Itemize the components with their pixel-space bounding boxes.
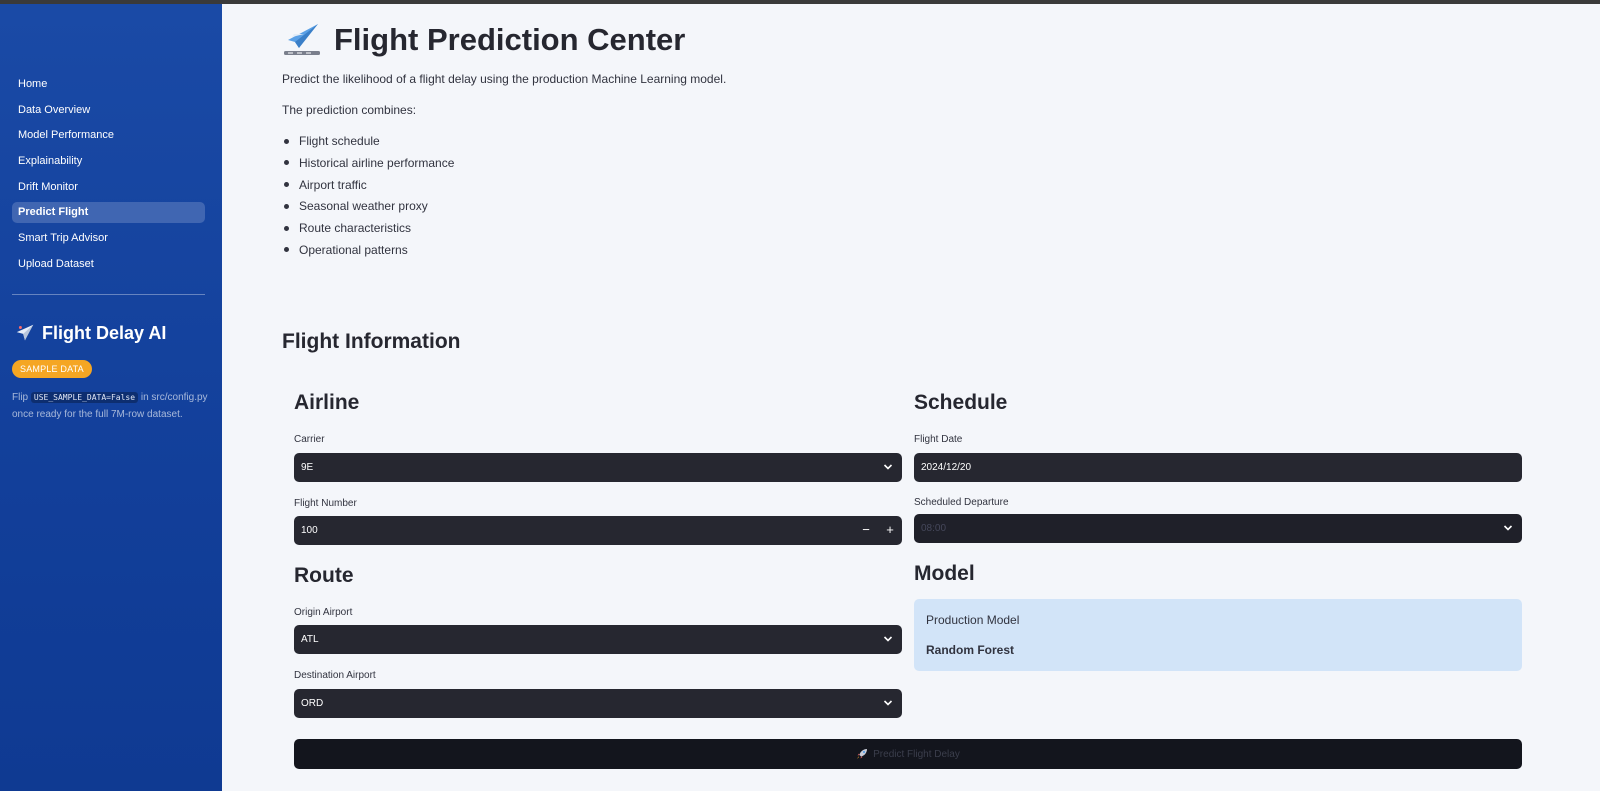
predict-button-label: Predict Flight Delay	[873, 748, 960, 760]
destination-airport-label: Destination Airport	[294, 670, 376, 681]
sidebar-nav: Home Data Overview Model Performance Exp…	[12, 74, 205, 280]
origin-airport-value: ATL	[301, 634, 319, 645]
sidebar-divider	[12, 294, 205, 295]
list-item: Seasonal weather proxy	[283, 199, 454, 213]
carrier-label: Carrier	[294, 434, 325, 445]
sidebar-item-explainability[interactable]: Explainability	[12, 151, 205, 172]
decrement-button[interactable]: −	[857, 516, 875, 545]
sample-data-badge: SAMPLE DATA	[12, 360, 92, 378]
flight-information-heading: Flight Information	[282, 330, 461, 353]
destination-airport-select[interactable]: ORD	[294, 689, 902, 718]
model-info-card: Production Model Random Forest	[914, 599, 1522, 671]
chevron-down-icon	[883, 636, 893, 642]
airline-heading: Airline	[294, 391, 360, 414]
list-item: Historical airline performance	[283, 155, 455, 170]
sidebar-brand: Flight Delay AI	[14, 322, 166, 344]
flight-number-value: 100	[301, 525, 318, 536]
sidebar-note-code: USE_SAMPLE_DATA=False	[30, 392, 139, 403]
page-title: Flight Prediction Center	[282, 20, 685, 60]
chevron-down-icon	[1503, 525, 1513, 531]
sidebar-item-data-overview[interactable]: Data Overview	[12, 100, 205, 121]
sidebar-brand-title: Flight Delay AI	[42, 322, 167, 343]
sidebar-item-smart-trip-advisor[interactable]: Smart Trip Advisor	[12, 228, 205, 249]
airplane-departure-icon	[284, 24, 320, 55]
flight-number-label: Flight Number	[294, 498, 357, 509]
chevron-down-icon	[883, 700, 893, 706]
chevron-down-icon	[883, 464, 893, 470]
sidebar-item-drift-monitor[interactable]: Drift Monitor	[12, 177, 205, 198]
sidebar-item-home[interactable]: Home	[12, 74, 205, 95]
page-title-text: Flight Prediction Center	[334, 22, 686, 57]
scheduled-departure-value: 08:00	[921, 523, 947, 534]
main-content: Flight Prediction Center Predict the lik…	[222, 4, 1600, 791]
destination-airport-value: ORD	[301, 698, 324, 709]
schedule-heading: Schedule	[914, 391, 1008, 414]
flight-number-input[interactable]: 100 − +	[294, 516, 902, 545]
production-model-value: Random Forest	[926, 643, 1015, 657]
list-item: Operational patterns	[283, 243, 454, 257]
list-item: Flight schedule	[283, 134, 454, 148]
sidebar-item-predict-flight[interactable]: Predict Flight	[12, 202, 205, 224]
page-intro: Predict the likelihood of a flight delay…	[282, 72, 727, 86]
scheduled-departure-select[interactable]: 08:00	[914, 514, 1522, 543]
combines-label: The prediction combines:	[282, 103, 417, 117]
scheduled-departure-label: Scheduled Departure	[914, 497, 1009, 508]
sidebar-item-model-performance[interactable]: Model Performance	[12, 125, 205, 146]
sidebar-note: Flip USE_SAMPLE_DATA=False in src/config…	[12, 390, 212, 423]
carrier-select[interactable]: 9E	[294, 453, 902, 482]
route-heading: Route	[294, 564, 354, 587]
flight-date-value: 2024/12/20	[921, 462, 972, 473]
origin-airport-select[interactable]: ATL	[294, 625, 902, 654]
flight-date-input[interactable]: 2024/12/20	[914, 453, 1522, 482]
list-item: Airport traffic	[283, 178, 454, 192]
model-heading: Model	[914, 562, 975, 585]
rocket-icon	[857, 749, 868, 759]
combines-list: Flight schedule Historical airline perfo…	[283, 134, 455, 265]
sidebar: Home Data Overview Model Performance Exp…	[0, 4, 222, 791]
sidebar-note-before: Flip	[12, 392, 31, 403]
production-model-label: Production Model	[926, 613, 1020, 627]
carrier-value: 9E	[301, 462, 314, 473]
airplane-icon	[16, 324, 34, 341]
flight-date-label: Flight Date	[914, 434, 963, 445]
origin-airport-label: Origin Airport	[294, 607, 353, 618]
sidebar-item-upload-dataset[interactable]: Upload Dataset	[12, 254, 205, 275]
list-item: Route characteristics	[283, 221, 454, 235]
predict-flight-delay-button[interactable]: Predict Flight Delay	[294, 739, 1522, 769]
increment-button[interactable]: +	[881, 516, 899, 545]
